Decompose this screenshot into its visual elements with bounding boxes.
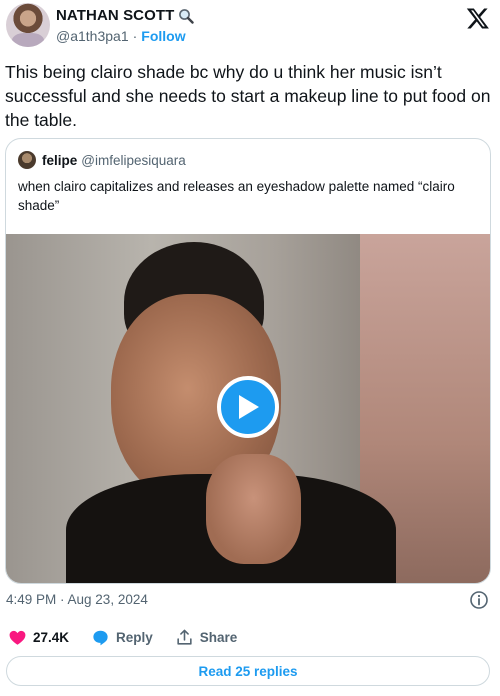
author-avatar[interactable] <box>6 3 50 47</box>
quoted-author-handle: @imfelipesiquara <box>81 152 186 168</box>
tweet-card: NATHAN SCOTT @a1th3pa1 · Follow This bei… <box>0 0 500 696</box>
quoted-tweet-text: when clairo capitalizes and releases an … <box>18 179 455 213</box>
share-label: Share <box>199 630 238 645</box>
follow-button[interactable]: Follow <box>141 28 185 44</box>
tweet-text: This being clairo shade bc why do u thin… <box>5 62 491 130</box>
quoted-video[interactable] <box>6 234 490 583</box>
quoted-author-avatar <box>18 151 36 169</box>
quoted-tweet-header: felipe @imfelipesiquara <box>18 151 186 169</box>
separator-dot: · <box>132 28 138 44</box>
quoted-author-name: felipe <box>42 152 78 168</box>
heart-icon <box>9 630 26 645</box>
video-frame-hand <box>206 454 301 564</box>
author-name-row: NATHAN SCOTT <box>56 7 195 24</box>
reply-label: Reply <box>116 630 153 645</box>
quoted-tweet[interactable]: felipe @imfelipesiquara when clairo capi… <box>5 138 491 584</box>
author-display-name[interactable]: NATHAN SCOTT <box>56 7 174 24</box>
like-button[interactable]: 27.4K <box>8 628 69 647</box>
tweet-timestamp[interactable]: 4:49 PM · Aug 23, 2024 <box>6 592 148 607</box>
action-bar: 27.4K Reply Share <box>8 628 259 647</box>
author-handle[interactable]: @a1th3pa1 <box>56 28 129 44</box>
play-icon <box>239 395 259 419</box>
info-icon[interactable] <box>469 590 489 610</box>
magnifying-glass-icon <box>179 8 195 24</box>
play-button[interactable] <box>217 376 279 438</box>
share-icon <box>177 629 192 645</box>
reply-bubble-icon <box>93 630 108 646</box>
read-replies-button[interactable]: Read 25 replies <box>6 656 490 686</box>
reply-button[interactable]: Reply <box>91 628 153 647</box>
share-button[interactable]: Share <box>175 628 238 647</box>
like-count: 27.4K <box>33 630 70 645</box>
x-logo-icon[interactable] <box>466 6 490 30</box>
author-handle-row: @a1th3pa1 · Follow <box>56 28 186 44</box>
